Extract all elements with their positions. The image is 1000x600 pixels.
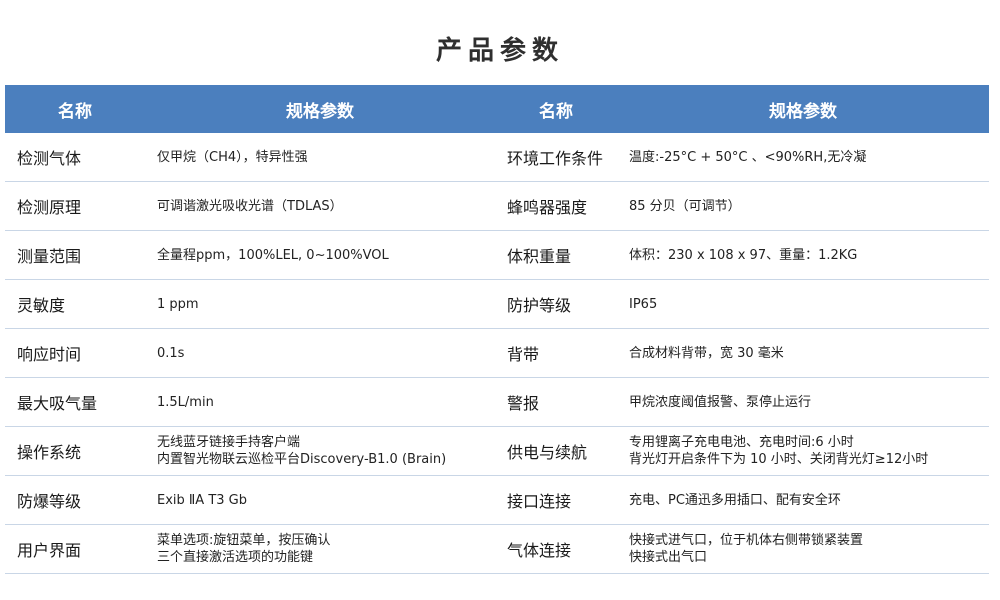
header-name-left: 名称 xyxy=(5,85,145,133)
value-line: 体积：230 x 108 x 97、重量：1.2KG xyxy=(629,247,858,263)
left-param-value: 仅甲烷（CH4），特异性强 xyxy=(145,133,495,182)
value-line: Exib ⅡA T3 Gb xyxy=(157,492,247,508)
right-param-name: 供电与续航 xyxy=(495,426,617,476)
right-param-name: 气体连接 xyxy=(495,524,617,574)
value-line: 温度:-25°C + 50°C 、<90%RH,无冷凝 xyxy=(629,149,867,165)
header-row: 名称 规格参数 名称 规格参数 xyxy=(5,85,989,133)
right-param-value: 专用锂离子充电电池、充电时间:6 小时背光灯开启条件下为 10 小时、关闭背光灯… xyxy=(617,426,989,476)
left-param-name: 操作系统 xyxy=(5,426,145,476)
right-param-value: IP65 xyxy=(617,279,989,329)
left-param-name: 用户界面 xyxy=(5,524,145,574)
spec-table: 名称 规格参数 名称 规格参数 检测气体 仅甲烷（CH4），特异性强 环境工作条件温… xyxy=(5,85,989,574)
left-param-value: 菜单选项:旋钮菜单，按压确认 三个直接激活选项的功能键 xyxy=(145,524,495,574)
right-param-value: 快接式进气口，位于机体右侧带锁紧装置 快接式出气口 xyxy=(617,524,989,574)
header-name-right: 名称 xyxy=(495,85,617,133)
value-line: 充电、PC通迅多用插口、配有安全环 xyxy=(629,492,841,508)
left-param-name: 测量范围 xyxy=(5,230,145,280)
right-param-name: 防护等级 xyxy=(495,279,617,329)
value-line: 快接式进气口，位于机体右侧带锁紧装置 xyxy=(629,533,864,548)
value-line: IP65 xyxy=(629,296,658,312)
right-param-name: 警报 xyxy=(495,377,617,427)
value-line: 背光灯开启条件下为 10 小时、关闭背光灯≥12小时 xyxy=(629,452,929,467)
left-param-name: 响应时间 xyxy=(5,328,145,378)
right-param-value: 温度:-25°C + 50°C 、<90%RH,无冷凝 xyxy=(617,133,989,182)
left-param-value: Exib ⅡA T3 Gb xyxy=(145,475,495,525)
table-row: 防爆等级 Exib ⅡA T3 Gb 接口连接 充电、PC通迅多用插口、配有安全环 xyxy=(5,475,989,525)
left-param-name: 灵敏度 xyxy=(5,279,145,329)
right-param-value: 充电、PC通迅多用插口、配有安全环 xyxy=(617,475,989,525)
left-param-value: 可调谐激光吸收光谱（TDLAS） xyxy=(145,181,495,231)
right-param-name: 接口连接 xyxy=(495,475,617,525)
right-param-value: 85 分贝（可调节） xyxy=(617,181,989,231)
value-line: 三个直接激活选项的功能键 xyxy=(157,550,314,565)
value-line: 专用锂离子充电电池、充电时间:6 小时 xyxy=(629,435,854,450)
right-param-name: 蜂鸣器强度 xyxy=(495,181,617,231)
left-param-name: 最大吸气量 xyxy=(5,377,145,427)
value-line: 内置智光物联云巡检平台Discovery-B1.0 (Brain) xyxy=(157,452,447,467)
value-line: 无线蓝牙链接手持客户端 xyxy=(157,435,301,450)
value-line: 快接式出气口 xyxy=(629,550,708,565)
header-spec-right: 规格参数 xyxy=(617,85,989,133)
left-param-name: 检测原理 xyxy=(5,181,145,231)
value-line: 可调谐激光吸收光谱（TDLAS） xyxy=(157,198,343,214)
table-header: 名称 规格参数 名称 规格参数 xyxy=(5,85,989,133)
left-param-value: 1.5L/min xyxy=(145,377,495,427)
right-param-value: 甲烷浓度阈值报警、泵停止运行 xyxy=(617,377,989,427)
left-param-name: 检测气体 xyxy=(5,133,145,182)
table-row: 测量范围 全量程ppm，100%LEL, 0~100%VOL 体积重量 体积：230 … xyxy=(5,230,989,280)
table-body: 检测气体 仅甲烷（CH4），特异性强 环境工作条件 温度:-25°C + 50°C 、… xyxy=(5,133,989,574)
left-param-value: 无线蓝牙链接手持客户端内置智光物联云巡检平台Discovery-B1.0 (Br… xyxy=(145,426,495,476)
left-param-value: 0.1s xyxy=(145,328,495,378)
value-line: 菜单选项:旋钮菜单，按压确认 xyxy=(157,533,331,548)
value-line: 甲烷浓度阈值报警、泵停止运行 xyxy=(629,394,812,410)
table-row: 最大吸气量 1.5L/min 警报 甲烷浓度阈值报警、泵停止运行 xyxy=(5,377,989,427)
table-row: 检测原理 可调谐激光吸收光谱（TDLAS） 蜂鸣器强度 85 分贝（可调节） xyxy=(5,181,989,231)
right-param-value: 合成材料背带，宽 30 毫米 xyxy=(617,328,989,378)
page-title: 产品参数 xyxy=(435,36,564,66)
value-line: 仅甲烷（CH4），特异性强 xyxy=(157,149,308,165)
table-row: 检测气体 仅甲烷（CH4），特异性强 环境工作条件 温度:-25°C + 50°C 、… xyxy=(5,133,989,182)
left-param-value: 全量程ppm，100%LEL, 0~100%VOL xyxy=(145,230,495,280)
table-row: 操作系统 无线蓝牙链接手持客户端内置智光物联云巡检平台Discovery-B1.0… xyxy=(5,426,989,476)
table-row: 用户界面 菜单选项:旋钮菜单，按压确认 三个直接激活选项的功能键 气体连接 快接式进气口… xyxy=(5,524,989,574)
value-line: 合成材料背带，宽 30 毫米 xyxy=(629,345,784,361)
right-param-name: 环境工作条件 xyxy=(495,133,617,182)
right-param-name: 体积重量 xyxy=(495,230,617,280)
table-row: 响应时间 0.1s 背带 合成材料背带，宽 30 毫米 xyxy=(5,328,989,378)
left-param-value: 1 ppm xyxy=(145,279,495,329)
table-row: 灵敏度 1 ppm 防护等级 IP65 xyxy=(5,279,989,329)
value-line: 0.1s xyxy=(157,345,185,361)
value-line: 85 分贝（可调节） xyxy=(629,198,741,214)
value-line: 全量程ppm，100%LEL, 0~100%VOL xyxy=(157,247,389,263)
right-param-value: 体积：230 x 108 x 97、重量：1.2KG xyxy=(617,230,989,280)
right-param-name: 背带 xyxy=(495,328,617,378)
value-line: 1.5L/min xyxy=(157,394,214,410)
value-line: 1 ppm xyxy=(157,296,199,312)
header-spec-left: 规格参数 xyxy=(145,85,495,133)
left-param-name: 防爆等级 xyxy=(5,475,145,525)
